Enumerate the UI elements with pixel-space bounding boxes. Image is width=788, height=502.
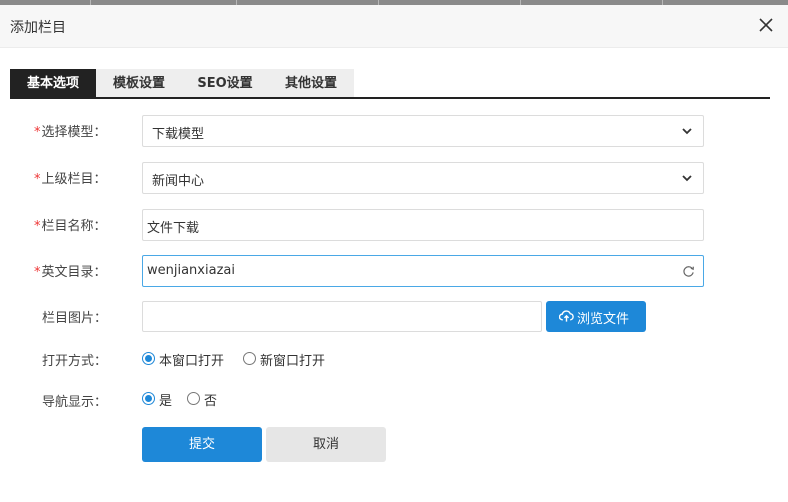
radio-icon <box>142 352 155 365</box>
dialog-titlebar: 添加栏目 <box>0 5 788 48</box>
dir-label: *英文目录： <box>34 265 107 280</box>
model-select[interactable]: 下载模型 <box>142 115 704 147</box>
tab-other[interactable]: 其他设置 <box>268 69 354 98</box>
cloud-upload-icon <box>559 310 574 322</box>
required-mark: * <box>34 172 41 187</box>
nav-show-group: 是 否 <box>142 390 242 409</box>
tab-seo[interactable]: SEO设置 <box>182 69 268 98</box>
radio-icon <box>187 392 200 405</box>
open-mode-label: 打开方式： <box>42 354 108 369</box>
name-input[interactable]: 文件下载 <box>142 209 704 241</box>
close-button[interactable] <box>756 15 776 35</box>
model-select-value: 下载模型 <box>152 127 205 142</box>
name-input-value: 文件下载 <box>147 221 200 236</box>
refresh-icon[interactable] <box>682 265 695 278</box>
tab-basic[interactable]: 基本选项 <box>10 69 96 98</box>
open-mode-group: 本窗口打开 新窗口打开 <box>142 350 342 369</box>
chevron-down-icon <box>682 175 692 182</box>
required-mark: * <box>34 265 41 280</box>
chevron-down-icon <box>682 128 692 135</box>
cancel-button[interactable]: 取消 <box>266 427 386 462</box>
parent-label: *上级栏目： <box>34 172 107 187</box>
radio-icon <box>243 352 256 365</box>
browse-file-label: 浏览文件 <box>577 312 630 327</box>
dir-input[interactable]: wenjianxiazai <box>142 255 704 287</box>
browse-file-button[interactable]: 浏览文件 <box>546 301 646 332</box>
required-mark: * <box>34 219 41 234</box>
required-mark: * <box>34 125 41 140</box>
close-icon <box>759 18 773 32</box>
nav-show-label: 导航显示： <box>42 395 108 410</box>
parent-select-value: 新闻中心 <box>152 174 205 189</box>
submit-button[interactable]: 提交 <box>142 427 262 462</box>
image-path-input[interactable] <box>142 301 542 332</box>
dialog-title: 添加栏目 <box>10 20 66 36</box>
model-label: *选择模型： <box>34 125 107 140</box>
parent-select[interactable]: 新闻中心 <box>142 162 704 194</box>
tab-template[interactable]: 模板设置 <box>96 69 182 98</box>
dir-input-value: wenjianxiazai <box>147 263 235 278</box>
name-label: *栏目名称： <box>34 219 107 234</box>
image-label: 栏目图片： <box>42 311 108 326</box>
radio-icon <box>142 392 155 405</box>
tab-underline <box>10 97 770 99</box>
